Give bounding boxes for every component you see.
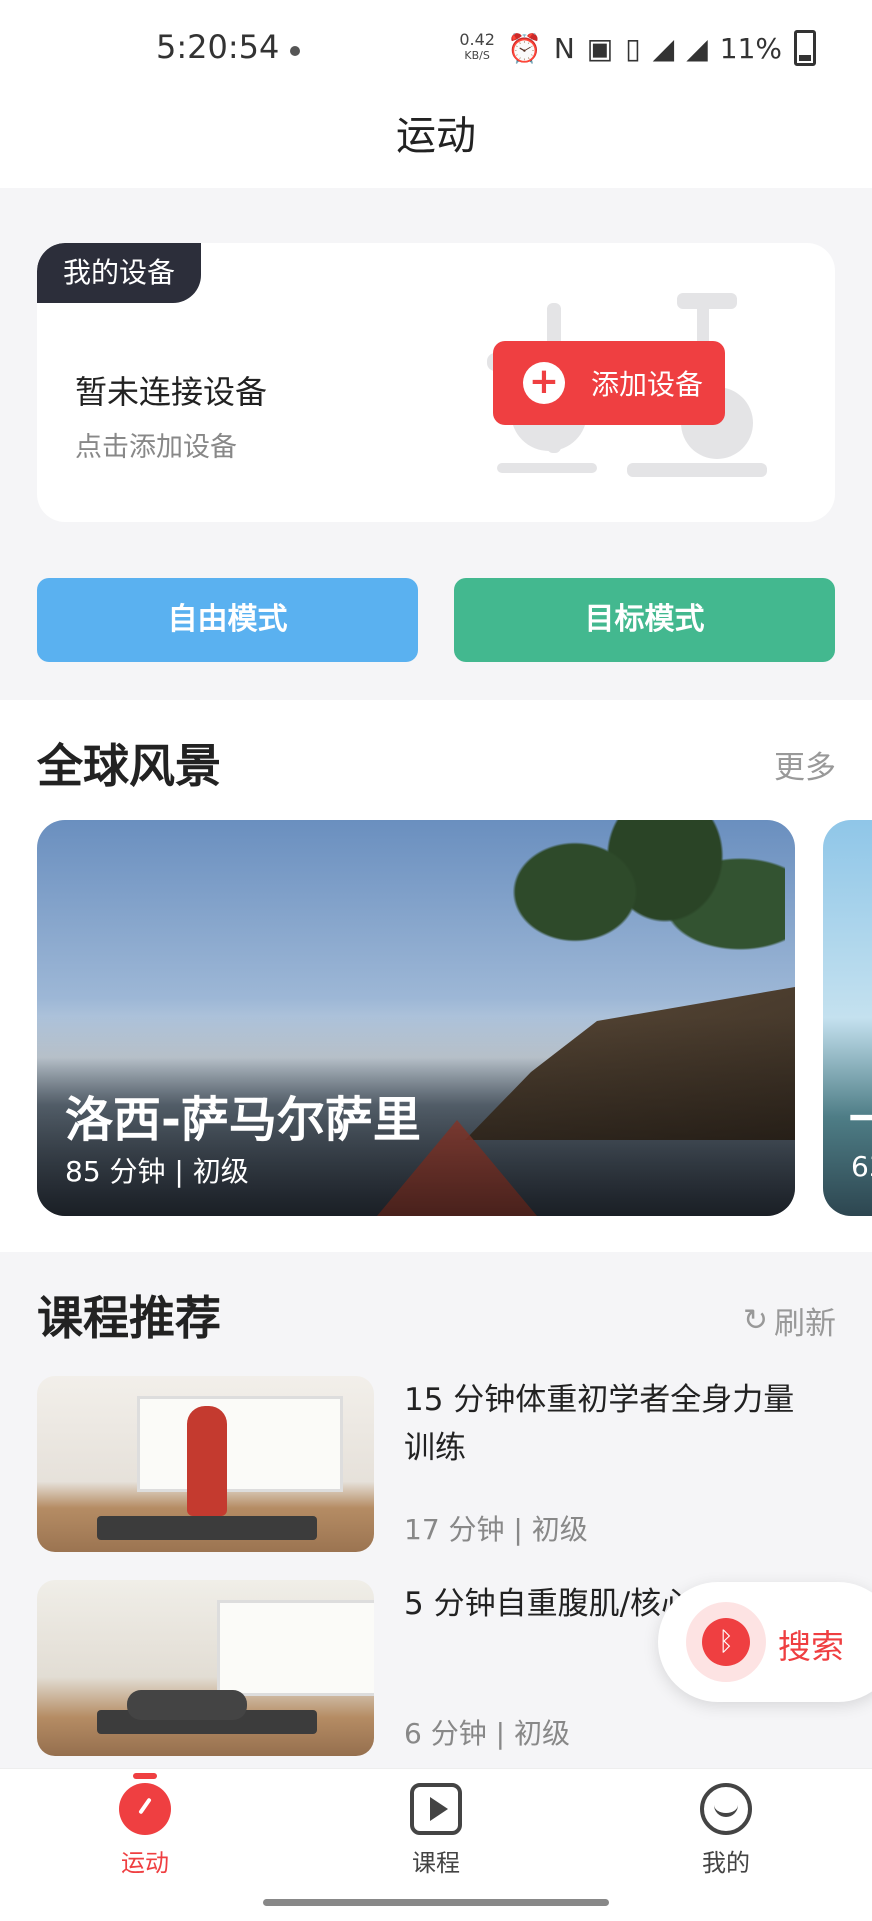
course-recommend-title: 课程推荐 — [37, 1291, 221, 1345]
thumb-mat — [97, 1516, 317, 1540]
device-status-subtitle: 点击添加设备 — [75, 432, 237, 463]
tab-sport[interactable]: 运动 — [85, 1773, 205, 1878]
notification-dot-icon — [290, 46, 300, 56]
course-meta: 6 分钟 | 初级 — [404, 1717, 570, 1750]
scenery-card-peek-title: 一 — [849, 1080, 872, 1150]
volte-icon: ▣ — [586, 31, 614, 65]
course-thumbnail — [37, 1580, 374, 1756]
my-device-tag: 我的设备 — [37, 243, 202, 303]
tab-mine-label: 我的 — [702, 1849, 750, 1877]
course-meta: 17 分钟 | 初级 — [404, 1513, 588, 1546]
refresh-label: 刷新 — [774, 1306, 836, 1342]
free-mode-button[interactable]: 自由模式 — [37, 578, 418, 662]
scenery-more-link[interactable]: 更多 — [774, 742, 836, 787]
stopwatch-icon — [119, 1773, 171, 1835]
home-indicator[interactable] — [263, 1899, 609, 1906]
smile-icon — [700, 1783, 752, 1835]
play-icon — [410, 1783, 462, 1835]
thumb-person — [187, 1406, 227, 1516]
course-title: 15 分钟体重初学者全身力量训练 — [404, 1382, 795, 1466]
plus-circle-icon: + — [523, 362, 565, 404]
tab-sport-label: 运动 — [121, 1849, 169, 1877]
battery-icon — [794, 30, 816, 66]
tab-courses-label: 课程 — [412, 1849, 460, 1877]
top-bar: 运动 — [0, 100, 872, 188]
goal-mode-button[interactable]: 目标模式 — [454, 578, 835, 662]
alarm-icon: ⏰ — [506, 31, 542, 65]
refresh-icon: ↻ — [742, 1303, 768, 1338]
add-device-button[interactable]: + 添加设备 — [493, 341, 725, 425]
scenery-card-title: 洛西-萨马尔萨里 — [65, 1092, 421, 1148]
bluetooth-icon-inner: ᛒ — [702, 1618, 750, 1666]
tab-mine[interactable]: 我的 — [666, 1783, 786, 1878]
status-icons: 0.42 KB/S ⏰ N ▣ ▯ ◢ ◢ 11% — [459, 30, 816, 66]
status-time: 5:20:54 — [156, 28, 280, 66]
search-fab[interactable]: ᛒ 搜索 — [658, 1582, 872, 1702]
device-status-title: 暂未连接设备 — [75, 373, 268, 411]
thumb-person — [127, 1690, 247, 1720]
battery-percent: 11% — [719, 31, 782, 65]
thumb-window — [217, 1600, 374, 1696]
signal-4g-icon: ◢ — [652, 31, 675, 65]
status-bar: 5:20:54 0.42 KB/S ⏰ N ▣ ▯ ◢ ◢ 11% — [0, 0, 872, 100]
scenery-card-peek[interactable]: 一 63 — [823, 820, 872, 1216]
scenery-card-meta: 85 分钟 | 初级 — [65, 1155, 249, 1188]
net-speed-unit: KB/S — [464, 49, 490, 62]
scenery-title: 全球风景 — [37, 739, 221, 793]
net-speed: 0.42 KB/S — [459, 32, 495, 64]
scenery-card-peek-meta: 63 — [851, 1150, 872, 1183]
device-card[interactable]: 我的设备 暂未连接设备 点击添加设备 + 添加设备 — [37, 243, 835, 522]
thumb-window — [137, 1396, 343, 1492]
course-thumbnail — [37, 1376, 374, 1552]
vibrate-icon: ▯ — [625, 31, 641, 65]
scenery-card[interactable]: 洛西-萨马尔萨里 85 分钟 | 初级 — [37, 820, 795, 1216]
net-speed-value: 0.42 — [459, 30, 495, 49]
signal-4g-icon-2: ◢ — [686, 31, 708, 65]
page-title: 运动 — [396, 113, 476, 159]
scenery-section: 全球风景 更多 洛西-萨马尔萨里 85 分钟 | 初级 一 63 — [0, 700, 872, 1252]
nfc-icon: N — [553, 31, 575, 65]
bluetooth-icon: ᛒ — [686, 1602, 766, 1682]
tab-courses[interactable]: 课程 — [376, 1783, 496, 1878]
add-device-label: 添加设备 — [591, 368, 704, 401]
refresh-button[interactable]: ↻ 刷新 — [743, 1298, 836, 1343]
search-label: 搜索 — [778, 1627, 844, 1666]
course-item[interactable]: 15 分钟体重初学者全身力量训练 17 分钟 | 初级 — [37, 1376, 837, 1554]
